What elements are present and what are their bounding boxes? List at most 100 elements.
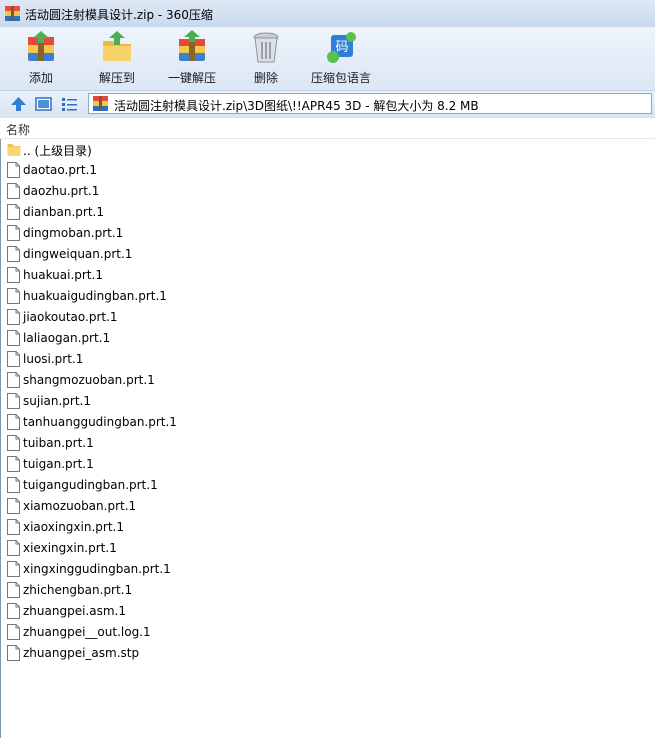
- list-item[interactable]: daozhu.prt.1: [0, 181, 655, 202]
- file-icon: [7, 309, 20, 325]
- list-item[interactable]: dianban.prt.1: [0, 202, 655, 223]
- file-name: sujian.prt.1: [23, 394, 92, 408]
- list-item[interactable]: tanhuanggudingban.prt.1: [0, 412, 655, 433]
- title-bar: 活动圆注射模具设计.zip - 360压缩: [0, 0, 655, 28]
- file-icon: [7, 246, 20, 262]
- add-button[interactable]: 添加: [18, 29, 64, 87]
- file-name: xiamozuoban.prt.1: [23, 499, 137, 513]
- file-icon: [7, 603, 20, 619]
- list-item[interactable]: luosi.prt.1: [0, 349, 655, 370]
- list-item[interactable]: tuiban.prt.1: [0, 433, 655, 454]
- list-item[interactable]: tuigangudingban.prt.1: [0, 475, 655, 496]
- file-name: xingxinggudingban.prt.1: [23, 562, 171, 576]
- file-icon: [7, 204, 20, 220]
- address-path: 活动圆注射模具设计.zip\3D图纸\!!APR45 3D - 解包大小为 8.…: [114, 99, 479, 113]
- file-icon: [7, 183, 20, 199]
- list-item[interactable]: shangmozuoban.prt.1: [0, 370, 655, 391]
- list-item[interactable]: xiaoxingxin.prt.1: [0, 517, 655, 538]
- file-icon: [7, 519, 20, 535]
- file-name: laliaogan.prt.1: [23, 331, 111, 345]
- file-name: tuiban.prt.1: [23, 436, 94, 450]
- one-click-extract-icon: [179, 30, 205, 61]
- address-bar[interactable]: 活动圆注射模具设计.zip\3D图纸\!!APR45 3D - 解包大小为 8.…: [88, 93, 652, 114]
- delete-button[interactable]: 删除: [246, 29, 286, 87]
- list-item[interactable]: zhuangpei.asm.1: [0, 601, 655, 622]
- file-icon: [7, 540, 20, 556]
- column-header-name[interactable]: 名称: [0, 118, 655, 139]
- file-name: xiaoxingxin.prt.1: [23, 520, 124, 534]
- file-icon: [7, 162, 20, 178]
- file-name: tuigangudingban.prt.1: [23, 478, 158, 492]
- list-item[interactable]: huakuai.prt.1: [0, 265, 655, 286]
- file-icon: [7, 435, 20, 451]
- file-icon: [7, 330, 20, 346]
- list-item[interactable]: xiexingxin.prt.1: [0, 538, 655, 559]
- list-item[interactable]: laliaogan.prt.1: [0, 328, 655, 349]
- delete-icon: [253, 32, 279, 63]
- file-icon: [7, 582, 20, 598]
- file-name: luosi.prt.1: [23, 352, 84, 366]
- add-button-label: 添加: [28, 71, 53, 85]
- file-icon: [7, 645, 20, 661]
- column-header-label: 名称: [6, 123, 31, 137]
- file-icon: [7, 498, 20, 514]
- extract-to-label: 解压到: [98, 71, 135, 85]
- list-item[interactable]: daotao.prt.1: [0, 160, 655, 181]
- file-name: tuigan.prt.1: [23, 457, 94, 471]
- file-icon: [7, 414, 20, 430]
- file-name: zhichengban.prt.1: [23, 583, 133, 597]
- file-name: dianban.prt.1: [23, 205, 105, 219]
- list-item[interactable]: dingweiquan.prt.1: [0, 244, 655, 265]
- archive-language-label: 压缩包语言: [310, 71, 371, 85]
- delete-label: 删除: [253, 71, 278, 85]
- list-item[interactable]: dingmoban.prt.1: [0, 223, 655, 244]
- list-item[interactable]: jiaokoutao.prt.1: [0, 307, 655, 328]
- large-icons-view-icon[interactable]: [35, 96, 52, 112]
- window-title: 活动圆注射模具设计.zip - 360压缩: [25, 8, 213, 22]
- list-item[interactable]: tuigan.prt.1: [0, 454, 655, 475]
- file-name: huakuai.prt.1: [23, 268, 103, 282]
- folder-icon: [7, 144, 21, 156]
- archive-language-button[interactable]: 码 压缩包语言: [308, 29, 374, 87]
- list-item[interactable]: xingxinggudingban.prt.1: [0, 559, 655, 580]
- file-icon: [7, 372, 20, 388]
- one-click-extract-label: 一键解压: [167, 71, 216, 85]
- main-toolbar: 添加 解压到 一键解压 删除 码 压缩包语言: [0, 27, 655, 90]
- file-name: shangmozuoban.prt.1: [23, 373, 155, 387]
- file-icon: [7, 477, 20, 493]
- list-view-icon[interactable]: [61, 96, 78, 112]
- file-icon: [7, 351, 20, 367]
- extract-to-icon: [103, 31, 131, 61]
- file-name: tanhuanggudingban.prt.1: [23, 415, 177, 429]
- list-item[interactable]: zhichengban.prt.1: [0, 580, 655, 601]
- file-icon: [7, 225, 20, 241]
- list-item[interactable]: huakuaigudingban.prt.1: [0, 286, 655, 307]
- file-icon: [7, 456, 20, 472]
- up-arrow-icon[interactable]: [10, 96, 27, 112]
- navigation-bar: 活动圆注射模具设计.zip\3D图纸\!!APR45 3D - 解包大小为 8.…: [0, 90, 655, 119]
- file-name: dingmoban.prt.1: [23, 226, 124, 240]
- list-item[interactable]: sujian.prt.1: [0, 391, 655, 412]
- parent-directory-row[interactable]: .. (上级目录): [0, 139, 655, 160]
- file-name: zhuangpei_asm.stp: [23, 646, 140, 660]
- list-item[interactable]: xiamozuoban.prt.1: [0, 496, 655, 517]
- file-name: daotao.prt.1: [23, 163, 98, 177]
- archive-language-icon: 码: [327, 32, 356, 63]
- list-item[interactable]: zhuangpei__out.log.1: [0, 622, 655, 643]
- file-name: jiaokoutao.prt.1: [23, 310, 118, 324]
- file-name: zhuangpei__out.log.1: [23, 625, 151, 639]
- archive-app-icon: [5, 6, 20, 21]
- file-icon: [7, 288, 20, 304]
- file-name: daozhu.prt.1: [23, 184, 100, 198]
- file-list: .. (上级目录) daotao.prt.1 daozhu.prt.1 dianba…: [0, 139, 655, 664]
- file-name: dingweiquan.prt.1: [23, 247, 133, 261]
- file-icon: [7, 393, 20, 409]
- file-icon: [7, 624, 20, 640]
- one-click-extract-button[interactable]: 一键解压: [164, 29, 220, 87]
- file-name: huakuaigudingban.prt.1: [23, 289, 167, 303]
- file-name: zhuangpei.asm.1: [23, 604, 126, 618]
- list-item[interactable]: zhuangpei_asm.stp: [0, 643, 655, 664]
- file-icon: [7, 561, 20, 577]
- parent-directory-label: .. (上级目录): [23, 144, 92, 158]
- extract-to-button[interactable]: 解压到: [94, 29, 140, 87]
